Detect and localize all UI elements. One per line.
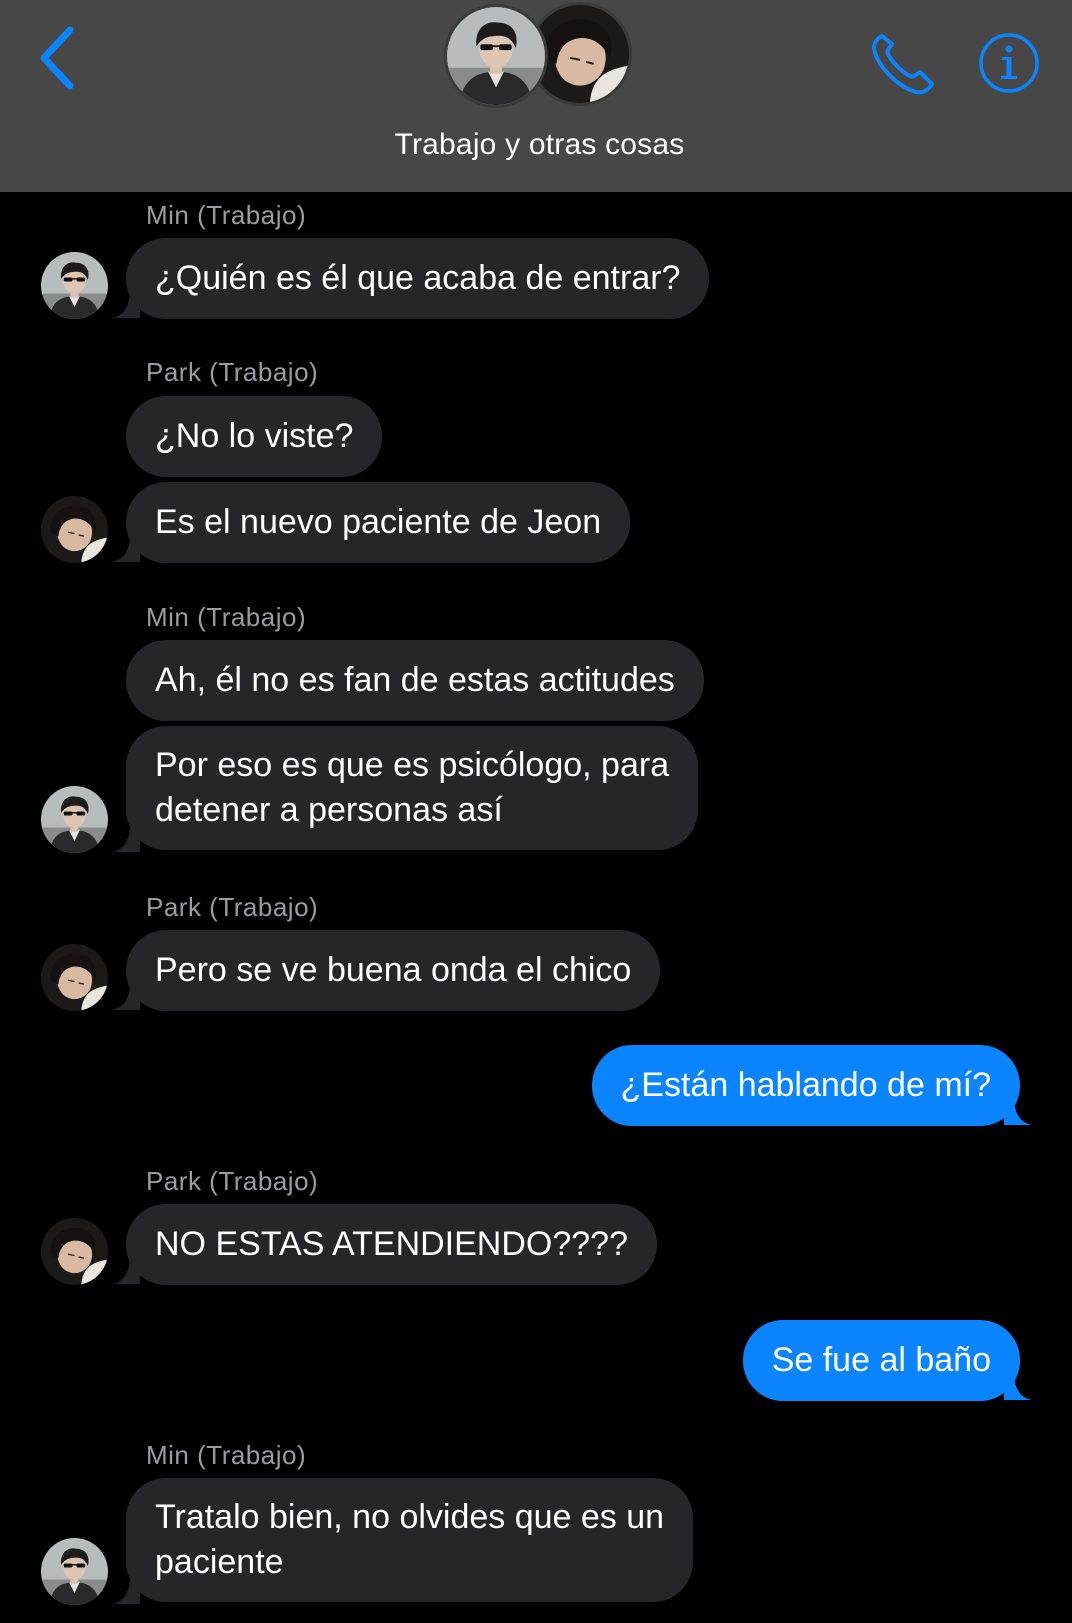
sender-label: Park (Trabajo)	[146, 1166, 319, 1196]
phone-icon[interactable]	[870, 30, 940, 96]
message-line: Tratalo bien, no olvides que es un	[155, 1498, 665, 1536]
sender-label: Park (Trabajo)	[146, 357, 319, 387]
incoming-message[interactable]: Por eso es que es psicólogo, para detene…	[126, 726, 699, 850]
avatar-min	[444, 4, 548, 108]
avatar-park[interactable]	[41, 944, 108, 1011]
sender-label: Min (Trabajo)	[146, 602, 307, 632]
bubble-tail	[112, 290, 140, 318]
bubble-tail	[112, 1256, 140, 1284]
sender-label: Min (Trabajo)	[146, 200, 307, 230]
avatar-park[interactable]	[41, 496, 108, 563]
outgoing-message[interactable]: ¿Están hablando de mí?	[591, 1045, 1020, 1126]
bubble-tail	[112, 534, 140, 562]
message-line: paciente	[155, 1543, 284, 1581]
bubble-tail	[112, 1576, 140, 1604]
outgoing-message[interactable]: Se fue al baño	[742, 1320, 1020, 1401]
bubble-tail	[1004, 1372, 1032, 1400]
bubble-tail	[112, 982, 140, 1010]
incoming-message[interactable]: Ah, él no es fan de estas actitudes	[126, 640, 704, 721]
avatar-min[interactable]	[41, 252, 108, 319]
chat-header: Trabajo y otras cosas	[0, 0, 1072, 192]
avatar-min[interactable]	[41, 786, 108, 853]
message-line: Por eso es que es psicólogo, para	[155, 746, 670, 784]
sender-label: Min (Trabajo)	[146, 1440, 307, 1470]
info-icon[interactable]	[978, 32, 1040, 94]
chevron-left-icon[interactable]	[30, 22, 86, 94]
bubble-tail	[112, 824, 140, 852]
incoming-message[interactable]: ¿No lo viste?	[126, 396, 383, 477]
incoming-message[interactable]: Pero se ve buena onda el chico	[126, 930, 661, 1011]
message-line: detener a personas así	[155, 791, 503, 829]
sender-label: Park (Trabajo)	[146, 892, 319, 922]
avatar-min[interactable]	[41, 1538, 108, 1605]
avatar-park[interactable]	[41, 1218, 108, 1285]
incoming-message[interactable]: Tratalo bien, no olvides que es un pacie…	[126, 1478, 694, 1602]
incoming-message[interactable]: NO ESTAS ATENDIENDO????	[126, 1204, 657, 1285]
bubble-tail	[1004, 1097, 1032, 1125]
incoming-message[interactable]: ¿Quién es él que acaba de entrar?	[126, 238, 710, 319]
incoming-message[interactable]: Es el nuevo paciente de Jeon	[126, 482, 631, 563]
group-avatar[interactable]	[440, 2, 640, 112]
chat-title[interactable]: Trabajo y otras cosas	[0, 128, 1072, 162]
